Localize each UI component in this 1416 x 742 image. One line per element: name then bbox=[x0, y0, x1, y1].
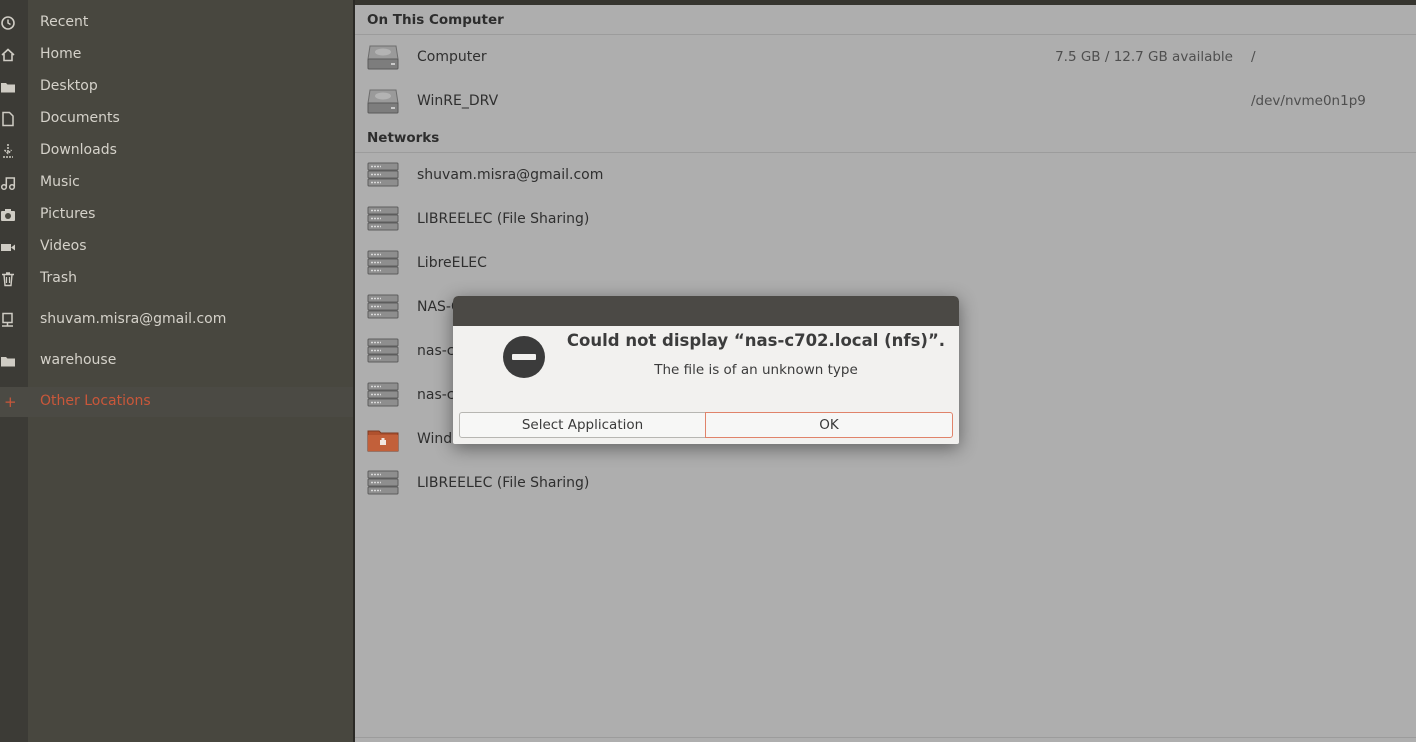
sidebar-item-label: Videos bbox=[40, 238, 87, 254]
sidebar-item-videos[interactable]: Videos bbox=[0, 232, 353, 262]
sidebar-item-desktop[interactable]: Desktop bbox=[0, 72, 353, 102]
sidebar-item-label: Trash bbox=[40, 270, 77, 286]
network-drive-icon bbox=[0, 312, 16, 328]
item-name: shuvam.misra@gmail.com bbox=[417, 167, 604, 183]
music-icon bbox=[0, 175, 16, 191]
camera-icon bbox=[0, 207, 16, 223]
folder-icon bbox=[0, 79, 16, 95]
section-header-on-this-computer: On This Computer bbox=[367, 12, 504, 28]
sidebar-item-label: shuvam.misra@gmail.com bbox=[40, 311, 227, 327]
sidebar-item-label: Pictures bbox=[40, 206, 96, 222]
error-dialog: Could not display “nas-c702.local (nfs)”… bbox=[453, 296, 959, 444]
item-name: LibreELEC bbox=[417, 255, 487, 271]
server-icon bbox=[367, 381, 399, 409]
ok-button[interactable]: OK bbox=[705, 412, 953, 438]
server-icon bbox=[367, 337, 399, 365]
sidebar-item-pictures[interactable]: Pictures bbox=[0, 200, 353, 230]
network-folder-icon bbox=[367, 425, 399, 453]
hard-drive-icon bbox=[367, 87, 399, 115]
sidebar-item-trash[interactable]: Trash bbox=[0, 264, 353, 294]
sidebar-item-label: Desktop bbox=[40, 78, 98, 94]
sidebar-item-label: Documents bbox=[40, 110, 120, 126]
server-icon bbox=[367, 249, 399, 277]
sidebar-item-recent[interactable]: Recent bbox=[0, 8, 353, 38]
dialog-titlebar[interactable] bbox=[453, 296, 959, 326]
sidebar-item-music[interactable]: Music bbox=[0, 168, 353, 198]
item-name: Computer bbox=[417, 49, 487, 65]
dialog-message: The file is of an unknown type bbox=[654, 362, 858, 378]
sidebar-item-warehouse[interactable]: warehouse bbox=[0, 346, 353, 376]
download-icon bbox=[0, 143, 16, 159]
network-item[interactable]: LibreELEC bbox=[355, 241, 1416, 285]
item-name: LIBREELEC (File Sharing) bbox=[417, 211, 590, 227]
sidebar-item-label: Home bbox=[40, 46, 82, 62]
network-item[interactable]: LIBREELEC (File Sharing) bbox=[355, 461, 1416, 505]
folder-icon bbox=[0, 353, 16, 369]
item-name: WinRE_DRV bbox=[417, 93, 499, 109]
document-icon bbox=[0, 111, 16, 127]
item-name: Wind bbox=[417, 431, 453, 447]
network-item[interactable]: LIBREELEC (File Sharing) bbox=[355, 197, 1416, 241]
sidebar-item-label: Downloads bbox=[40, 142, 117, 158]
trash-icon bbox=[0, 271, 16, 287]
video-icon bbox=[0, 239, 16, 255]
home-icon bbox=[0, 47, 16, 63]
dialog-title: Could not display “nas-c702.local (nfs)”… bbox=[566, 331, 946, 350]
location-item-computer[interactable]: Computer 7.5 GB / 12.7 GB available / bbox=[355, 35, 1416, 79]
sidebar-item-label: Other Locations bbox=[40, 393, 151, 409]
section-header-networks: Networks bbox=[367, 130, 440, 146]
bottom-divider bbox=[355, 737, 1416, 738]
sidebar-item-gmail[interactable]: shuvam.misra@gmail.com bbox=[0, 305, 353, 335]
hard-drive-icon bbox=[367, 43, 399, 71]
server-icon bbox=[367, 161, 399, 189]
item-name: nas-c bbox=[417, 387, 455, 403]
server-icon bbox=[367, 293, 399, 321]
item-name: LIBREELEC (File Sharing) bbox=[417, 475, 590, 491]
clock-icon bbox=[0, 15, 16, 31]
sidebar-item-home[interactable]: Home bbox=[0, 40, 353, 70]
sidebar-item-label: warehouse bbox=[40, 352, 117, 368]
item-path: / bbox=[1251, 49, 1256, 65]
item-name: nas-c bbox=[417, 343, 455, 359]
server-icon bbox=[367, 469, 399, 497]
sidebar-item-other-locations[interactable]: + Other Locations bbox=[0, 387, 353, 417]
network-item[interactable]: shuvam.misra@gmail.com bbox=[355, 153, 1416, 197]
item-path: /dev/nvme0n1p9 bbox=[1251, 93, 1366, 109]
location-item-winre-drv[interactable]: WinRE_DRV /dev/nvme0n1p9 bbox=[355, 79, 1416, 123]
sidebar-item-label: Recent bbox=[40, 14, 89, 30]
select-application-button[interactable]: Select Application bbox=[459, 412, 706, 438]
sidebar-item-downloads[interactable]: Downloads bbox=[0, 136, 353, 166]
item-space: 7.5 GB / 12.7 GB available bbox=[1055, 49, 1233, 65]
sidebar-item-documents[interactable]: Documents bbox=[0, 104, 353, 134]
sidebar-item-label: Music bbox=[40, 174, 80, 190]
server-icon bbox=[367, 205, 399, 233]
plus-icon: + bbox=[4, 393, 17, 411]
